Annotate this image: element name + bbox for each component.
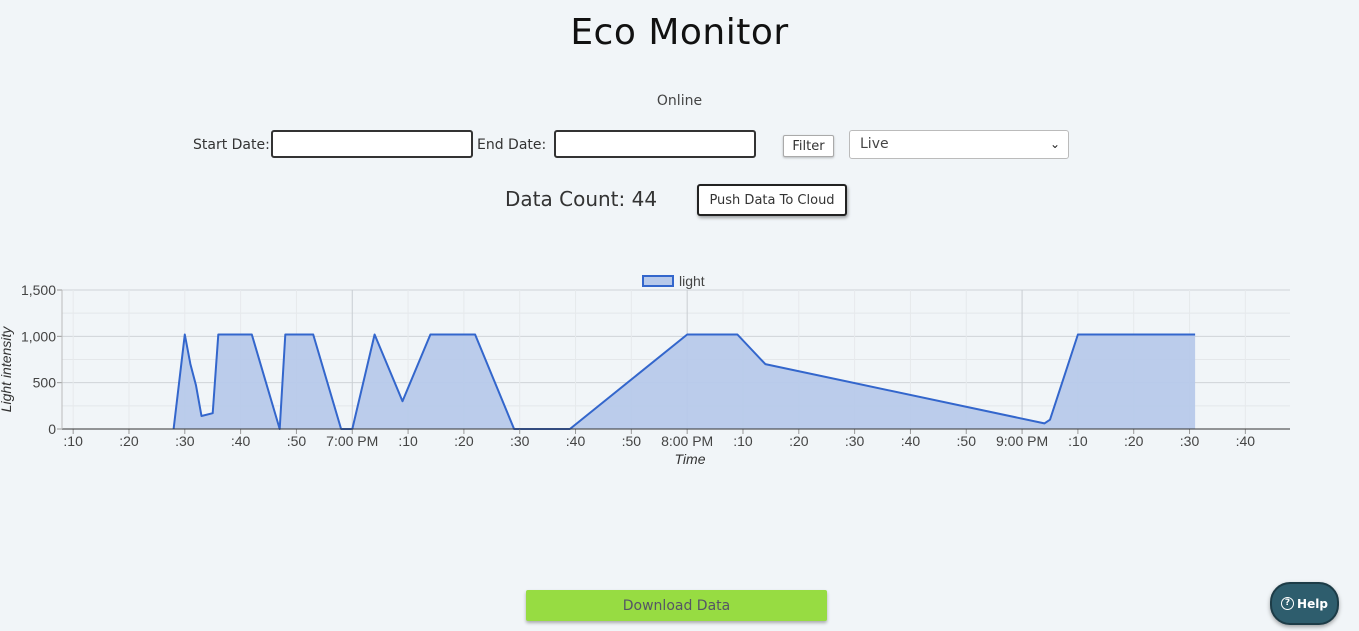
download-data-button[interactable]: Download Data xyxy=(526,590,827,621)
x-tick-label: :20 xyxy=(1124,433,1144,449)
y-tick-label: 500 xyxy=(33,375,57,391)
help-label: Help xyxy=(1297,596,1328,611)
app-title: Eco Monitor xyxy=(570,12,789,53)
chart-area xyxy=(172,333,1196,430)
light-chart: :10 :20 :30 :40 :50 7:00 PM :10 :20 :30 :40 :50 8:0… xyxy=(0,273,1290,467)
x-tick-label: :20 xyxy=(789,433,809,449)
x-tick-label: :20 xyxy=(454,433,474,449)
x-tick-label: 9:00 PM xyxy=(996,433,1048,449)
x-tick-label: :50 xyxy=(287,433,307,449)
y-tick-label: 0 xyxy=(48,421,56,437)
x-tick-label: :40 xyxy=(231,433,251,449)
data-count: Data Count: 44 xyxy=(505,187,658,211)
end-date-input[interactable] xyxy=(554,130,756,158)
x-tick-label: :40 xyxy=(901,433,921,449)
x-tick-label: :10 xyxy=(1068,433,1088,449)
x-tick-label: :20 xyxy=(119,433,139,449)
x-tick-label: :30 xyxy=(175,433,195,449)
x-tick-label: :30 xyxy=(1180,433,1200,449)
push-to-cloud-button[interactable]: Push Data To Cloud xyxy=(697,184,847,216)
x-tick-label: :40 xyxy=(1236,433,1256,449)
filter-button[interactable]: Filter xyxy=(783,135,834,157)
x-tick-label: :10 xyxy=(733,433,753,449)
x-tick-label: :30 xyxy=(510,433,530,449)
y-tick-label: 1,000 xyxy=(21,328,56,344)
x-tick-label: :30 xyxy=(845,433,865,449)
end-date-label: End Date: xyxy=(477,137,547,153)
y-tick-label: 1,500 xyxy=(21,282,56,298)
question-circle-icon: ? xyxy=(1281,597,1295,610)
legend-label: light xyxy=(679,273,705,289)
x-axis-title: Time xyxy=(675,451,706,467)
x-tick-label: :50 xyxy=(957,433,977,449)
help-button[interactable]: ? Help xyxy=(1270,582,1339,625)
x-tick-label: :10 xyxy=(398,433,418,449)
start-date-label: Start Date: xyxy=(193,137,270,153)
legend-swatch xyxy=(642,275,674,287)
x-tick-label: :10 xyxy=(63,433,83,449)
x-tick-label: :50 xyxy=(622,433,642,449)
mode-select-value: Live xyxy=(860,136,889,152)
mode-select[interactable]: Live ⌄ xyxy=(849,130,1069,159)
x-tick-label: 7:00 PM xyxy=(326,433,378,449)
chevron-down-icon: ⌄ xyxy=(1049,137,1060,151)
x-tick-label: :40 xyxy=(566,433,586,449)
chart-legend: light xyxy=(642,273,705,289)
filter-bar: Start Date: End Date: Filter Live ⌄ xyxy=(0,130,1359,162)
x-tick-label: 8:00 PM xyxy=(661,433,713,449)
y-axis-title: Light intensity xyxy=(0,326,14,413)
start-date-input[interactable] xyxy=(271,130,473,158)
connection-status: Online xyxy=(656,93,703,109)
